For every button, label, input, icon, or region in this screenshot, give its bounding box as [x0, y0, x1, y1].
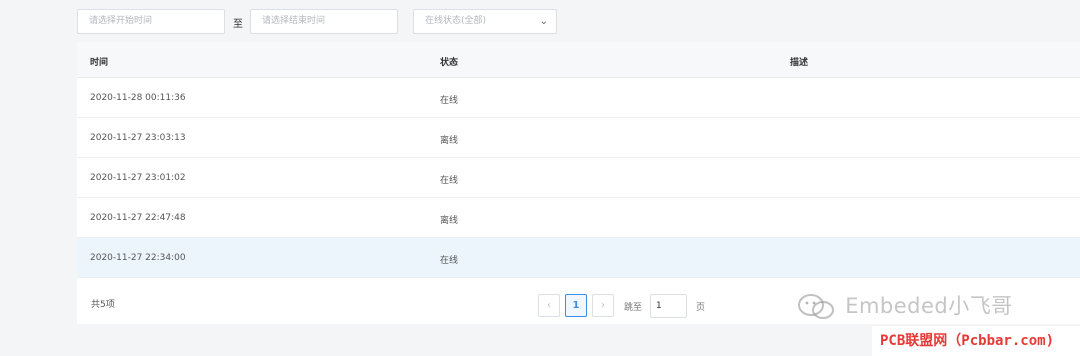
table-row[interactable]: 2020-11-27 22:34:00 在线	[77, 238, 1080, 278]
filter-bar: 请选择开始时间 至 请选择结束时间 在线状态(全部) ⌄	[0, 0, 1080, 42]
chevron-left-icon: ‹	[547, 300, 551, 311]
cell-status: 离线	[440, 136, 459, 146]
status-select[interactable]: 在线状态(全部) ⌄	[413, 9, 557, 34]
jump-page-input[interactable]: 1	[650, 294, 687, 318]
cell-time: 2020-11-27 22:47:48	[90, 213, 186, 223]
header-description: 描述	[790, 58, 809, 68]
cell-time: 2020-11-28 00:11:36	[90, 93, 186, 103]
end-date-input[interactable]: 请选择结束时间	[250, 9, 398, 34]
status-table: 时间 状态 描述 2020-11-28 00:11:36 在线 2020-11-…	[77, 42, 1080, 324]
source-tag: PCB联盟网（Pcbbar.com)	[872, 326, 1080, 356]
header-status: 状态	[440, 58, 459, 68]
total-count: 共5项	[91, 300, 115, 310]
status-select-value: 在线状态(全部)	[425, 16, 487, 26]
chevron-down-icon: ⌄	[539, 16, 548, 27]
cell-status: 在线	[440, 256, 459, 266]
start-date-input[interactable]: 请选择开始时间	[77, 9, 225, 34]
cell-status: 离线	[440, 216, 459, 226]
cell-status: 在线	[440, 176, 459, 186]
chevron-right-icon: ›	[601, 300, 605, 311]
cell-time: 2020-11-27 23:03:13	[90, 133, 186, 143]
table-row[interactable]: 2020-11-27 22:47:48 离线	[77, 198, 1080, 238]
jump-label: 跳至	[624, 303, 643, 313]
next-page-button[interactable]: ›	[592, 294, 614, 317]
page-1-button[interactable]: 1	[565, 294, 587, 317]
cell-time: 2020-11-27 22:34:00	[90, 253, 186, 263]
prev-page-button[interactable]: ‹	[538, 294, 560, 317]
range-separator: 至	[233, 19, 243, 30]
watermark: Embeded小飞哥	[796, 290, 1013, 322]
cell-time: 2020-11-27 23:01:02	[90, 173, 186, 183]
table-row[interactable]: 2020-11-27 23:01:02 在线	[77, 158, 1080, 198]
watermark-text: Embeded小飞哥	[845, 294, 1013, 318]
table-header: 时间 状态 描述	[77, 42, 1080, 78]
table-row[interactable]: 2020-11-27 23:03:13 离线	[77, 118, 1080, 158]
jump-unit: 页	[696, 303, 706, 313]
wechat-icon	[798, 294, 834, 319]
header-time: 时间	[90, 58, 109, 68]
cell-status: 在线	[440, 96, 459, 106]
table-row[interactable]: 2020-11-28 00:11:36 在线	[77, 78, 1080, 118]
